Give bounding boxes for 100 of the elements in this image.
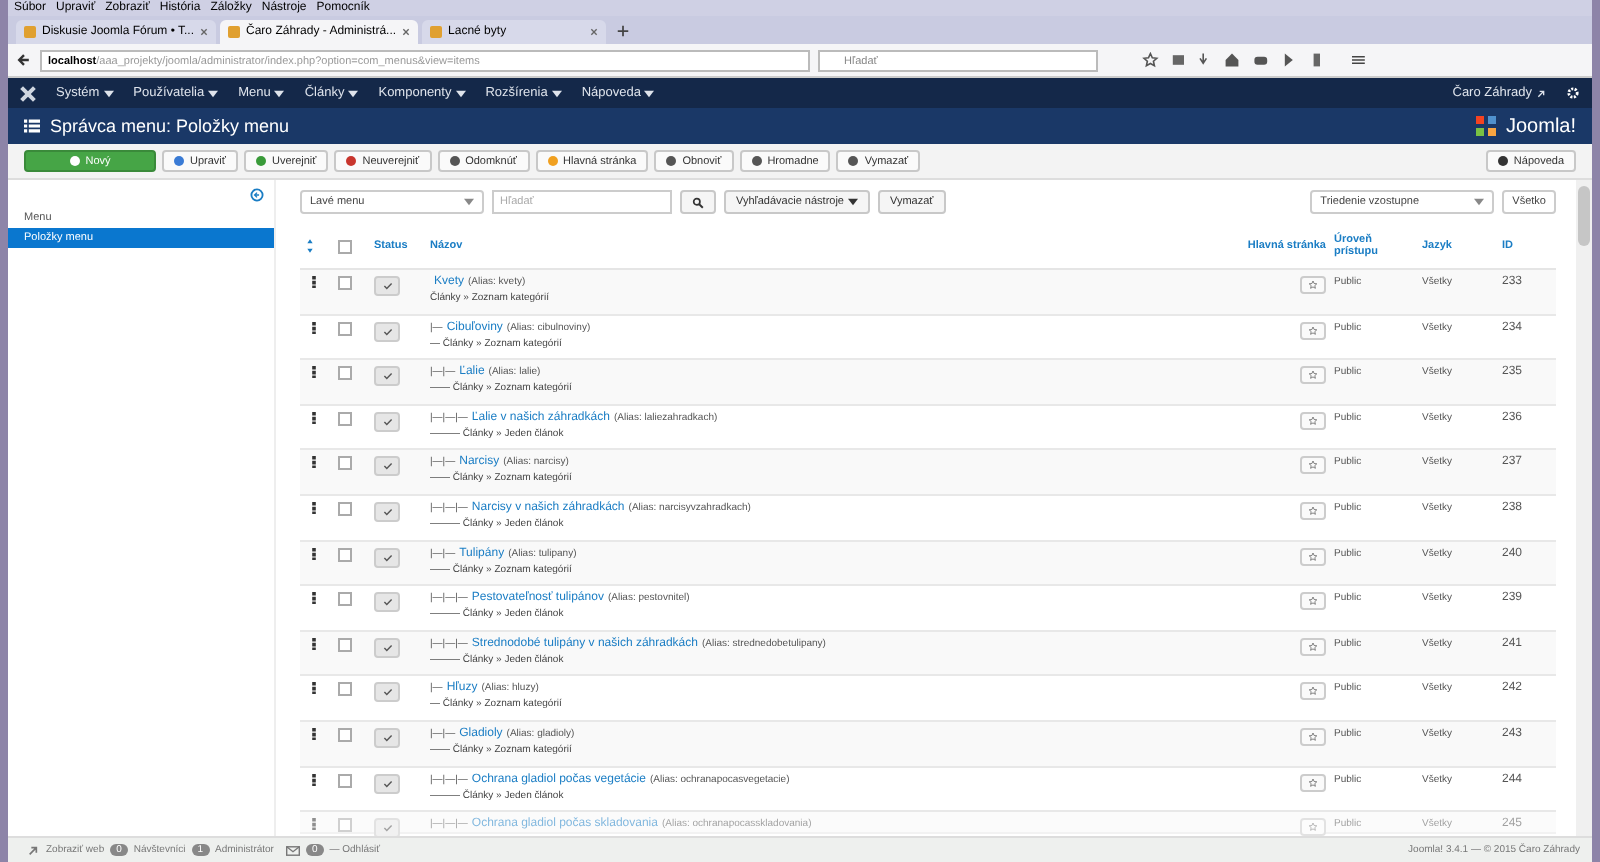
external-link-icon [26, 845, 40, 855]
sort-icon[interactable] [306, 238, 314, 254]
row-checkbox[interactable] [338, 411, 352, 426]
joomla-icon[interactable] [20, 85, 36, 101]
row-checkbox[interactable] [338, 773, 352, 788]
drag-handle-icon[interactable] [312, 411, 316, 424]
caret-icon [551, 89, 562, 97]
mail-icon[interactable] [285, 845, 300, 855]
drag-handle-icon[interactable] [312, 276, 316, 288]
star-icon [1308, 415, 1318, 426]
star-icon [1308, 280, 1318, 290]
status-toggle[interactable] [374, 592, 400, 613]
star-icon [1308, 551, 1318, 562]
home-toggle[interactable] [1300, 501, 1326, 520]
row-checkbox[interactable] [338, 592, 352, 607]
check-icon [381, 460, 393, 473]
check-icon [381, 731, 393, 744]
home-toggle[interactable] [1300, 682, 1326, 701]
star-icon [1308, 822, 1318, 833]
row-checkbox[interactable] [338, 547, 352, 562]
drag-handle-icon[interactable] [312, 727, 316, 740]
favicon-icon [228, 26, 241, 38]
drag-handle-icon[interactable] [312, 682, 316, 695]
drag-handle-icon[interactable] [312, 637, 316, 650]
star-icon [1308, 325, 1318, 336]
star-icon [1308, 370, 1318, 381]
status-toggle[interactable] [374, 366, 400, 387]
status-toggle[interactable] [374, 818, 400, 836]
drag-handle-icon[interactable] [312, 773, 316, 786]
back-icon[interactable] [16, 52, 32, 68]
caret-icon [464, 198, 474, 206]
drag-handle-icon[interactable] [312, 366, 316, 379]
status-toggle[interactable] [374, 321, 400, 342]
status-toggle[interactable] [374, 411, 400, 432]
status-toggle[interactable] [374, 682, 400, 703]
home-toggle[interactable] [1300, 727, 1326, 746]
row-checkbox[interactable] [338, 501, 352, 516]
caret-icon [103, 89, 114, 97]
drag-handle-icon[interactable] [312, 592, 316, 605]
check-icon [381, 641, 393, 654]
sidebar-toggle-icon[interactable] [250, 188, 264, 202]
status-toggle[interactable] [374, 547, 400, 568]
row-checkbox[interactable] [338, 321, 352, 336]
home-toggle[interactable] [1300, 592, 1326, 611]
home-toggle[interactable] [1300, 547, 1326, 566]
favicon-icon [24, 26, 36, 38]
check-icon [381, 505, 393, 518]
drag-handle-icon[interactable] [312, 818, 316, 831]
home-toggle[interactable] [1300, 411, 1326, 430]
caret-icon [274, 89, 285, 97]
caret-icon [644, 89, 655, 97]
scrollbar-thumb[interactable] [1578, 186, 1590, 246]
check-icon [381, 596, 393, 609]
caret-icon [848, 198, 858, 206]
close-icon[interactable] [402, 28, 411, 36]
star-icon [1308, 731, 1318, 742]
status-toggle[interactable] [374, 276, 400, 296]
home-toggle[interactable] [1300, 321, 1326, 340]
close-icon[interactable] [200, 28, 209, 36]
status-toggle[interactable] [374, 727, 400, 748]
home-toggle[interactable] [1300, 773, 1326, 792]
caret-icon [1474, 198, 1485, 206]
home-toggle[interactable] [1300, 456, 1326, 475]
check-icon [381, 551, 393, 564]
status-toggle[interactable] [374, 501, 400, 522]
row-checkbox[interactable] [338, 456, 352, 471]
new-tab-icon[interactable] [616, 24, 631, 38]
drag-handle-icon[interactable] [312, 547, 316, 560]
home-toggle[interactable] [1300, 276, 1326, 294]
logo-icon [1475, 116, 1496, 136]
drag-handle-icon[interactable] [312, 321, 316, 334]
row-checkbox[interactable] [338, 682, 352, 697]
status-toggle[interactable] [374, 637, 400, 658]
row-checkbox[interactable] [338, 727, 352, 742]
search-button[interactable] [680, 190, 716, 214]
star-icon [1308, 505, 1318, 516]
page-title: Správca menu: Položky menu [50, 116, 290, 136]
check-icon [381, 370, 393, 383]
star-icon [1308, 686, 1318, 697]
caret-icon [455, 89, 466, 97]
favicon-icon [430, 26, 443, 38]
drag-handle-icon[interactable] [312, 456, 316, 469]
check-icon [381, 415, 393, 428]
row-checkbox[interactable] [338, 276, 352, 290]
star-icon [1308, 596, 1318, 607]
select-all-checkbox[interactable] [338, 239, 352, 253]
check-icon [381, 325, 393, 338]
row-checkbox[interactable] [338, 366, 352, 381]
drag-handle-icon[interactable] [312, 501, 316, 514]
home-toggle[interactable] [1300, 637, 1326, 656]
search-icon [692, 195, 704, 209]
close-icon[interactable] [590, 28, 599, 36]
home-toggle[interactable] [1300, 366, 1326, 385]
check-icon [381, 822, 393, 835]
status-toggle[interactable] [374, 773, 400, 794]
caret-icon [208, 89, 219, 97]
status-toggle[interactable] [374, 456, 400, 477]
row-checkbox[interactable] [338, 818, 352, 833]
settings-icon[interactable] [1566, 86, 1580, 100]
row-checkbox[interactable] [338, 637, 352, 652]
